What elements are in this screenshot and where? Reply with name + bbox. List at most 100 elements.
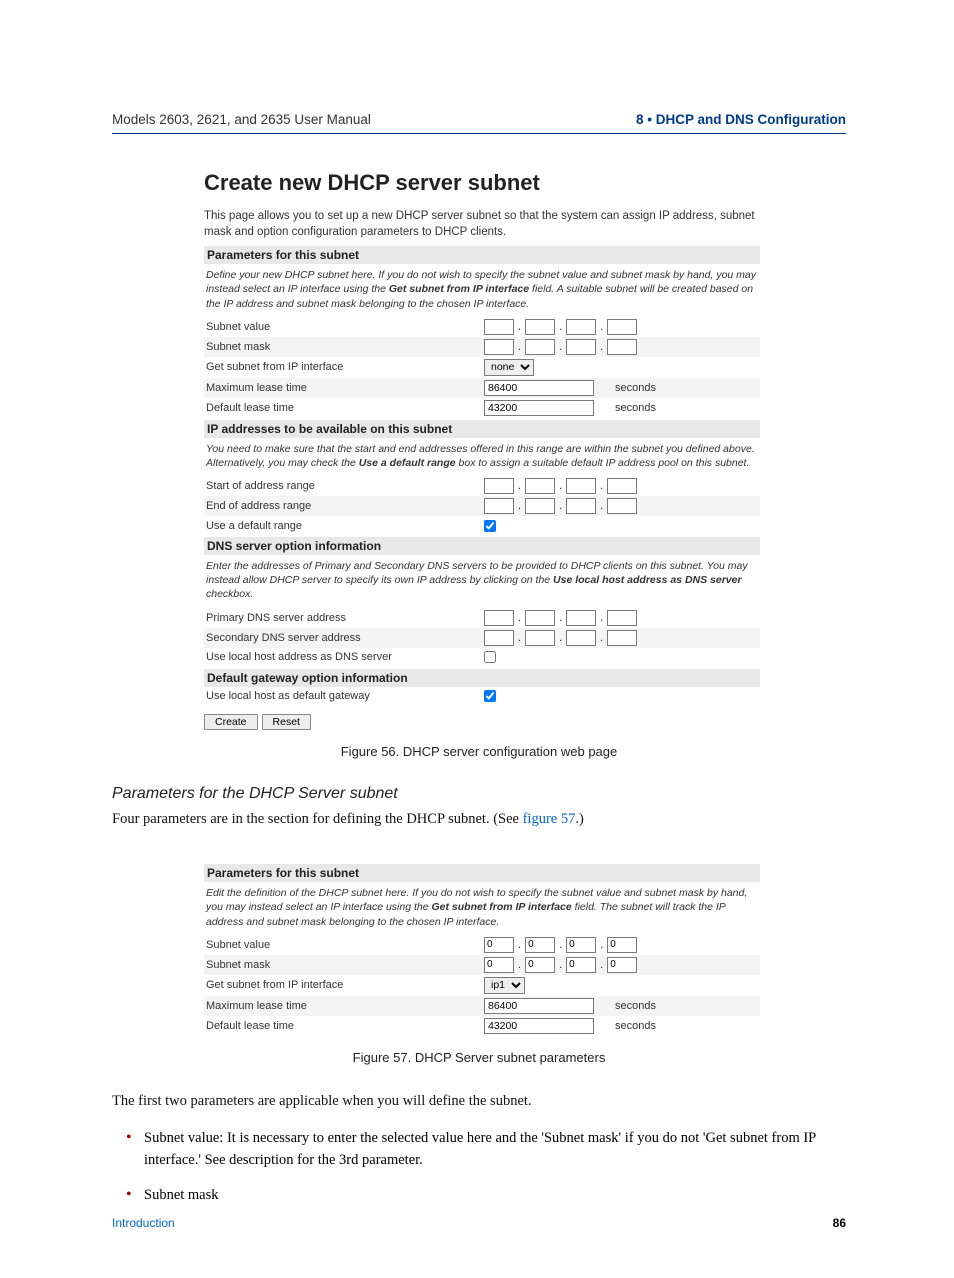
label: End of address range [206,500,484,512]
unit: seconds [615,402,656,414]
text: .) [575,811,583,827]
interface-select[interactable]: ip1 [484,977,525,994]
default-range-checkbox[interactable] [484,520,496,532]
local-host-dns-checkbox[interactable] [484,651,496,663]
row-default-lease: Default lease time seconds [204,1016,760,1036]
ip-octet[interactable] [484,957,514,973]
figure-57-screenshot: Parameters for this subnet Edit the defi… [204,864,760,1036]
form-intro: This page allows you to set up a new DHC… [204,208,760,240]
local-host-gateway-checkbox[interactable] [484,690,496,702]
figure-57-link[interactable]: figure 57 [523,811,576,827]
row-secondary-dns: Secondary DNS server address ... [204,628,760,648]
label: Secondary DNS server address [206,632,484,644]
ip-octet[interactable] [566,630,596,646]
footer-section-link[interactable]: Introduction [112,1216,175,1230]
default-lease-input[interactable] [484,400,594,416]
ip-octet[interactable] [484,339,514,355]
figure-56-caption: Figure 56. DHCP server configuration web… [112,744,846,759]
ip-octet[interactable] [525,498,555,514]
row-primary-dns: Primary DNS server address ... [204,608,760,628]
ip-octet[interactable] [525,610,555,626]
list-item: Subnet mask [130,1184,846,1206]
interface-select[interactable]: none [484,359,534,376]
row-subnet-value: Subnet value ... [204,935,760,955]
row-default-lease: Default lease time seconds [204,398,760,418]
ip-octet[interactable] [525,957,555,973]
ip-octet[interactable] [484,610,514,626]
ip-octet[interactable] [484,319,514,335]
body-paragraph: Four parameters are in the section for d… [112,809,846,831]
ip-octet[interactable] [566,498,596,514]
label: Get subnet from IP interface [206,979,484,991]
label: Use local host address as DNS server [206,651,484,663]
label: Start of address range [206,480,484,492]
page-footer: Introduction 86 [112,1216,846,1230]
desc-bold: Use local host address as DNS server [553,574,742,586]
subsection-heading: Parameters for the DHCP Server subnet [112,785,846,803]
row-subnet-mask: Subnet mask ... [204,337,760,357]
ip-octet[interactable] [566,339,596,355]
max-lease-input[interactable] [484,380,594,396]
ip-input-group: ... [484,498,758,514]
ip-octet[interactable] [525,630,555,646]
section-head-ip-avail: IP addresses to be available on this sub… [204,420,760,438]
ip-octet[interactable] [607,498,637,514]
label: Maximum lease time [206,1000,484,1012]
ip-octet[interactable] [525,319,555,335]
section-head-gateway: Default gateway option information [204,669,760,687]
ip-octet[interactable] [525,339,555,355]
ip-octet[interactable] [607,630,637,646]
reset-button[interactable]: Reset [262,714,311,730]
ip-octet[interactable] [607,610,637,626]
section-desc-params: Define your new DHCP subnet here. If you… [204,264,760,317]
label: Get subnet from IP interface [206,361,484,373]
ip-input-group: ... [484,630,758,646]
create-button[interactable]: Create [204,714,258,730]
ip-octet[interactable] [607,957,637,973]
ip-octet[interactable] [484,498,514,514]
row-end-range: End of address range ... [204,496,760,516]
row-max-lease: Maximum lease time seconds [204,378,760,398]
label: Subnet mask [206,341,484,353]
label: Default lease time [206,1020,484,1032]
section-head-params: Parameters for this subnet [204,246,760,264]
label: Use local host as default gateway [206,690,484,702]
section-desc-ip-avail: You need to make sure that the start and… [204,438,760,476]
text: Four parameters are in the section for d… [112,811,523,827]
ip-octet[interactable] [525,478,555,494]
row-start-range: Start of address range ... [204,476,760,496]
section-desc-params: Edit the definition of the DHCP subnet h… [204,882,760,935]
ip-input-group: ... [484,937,758,953]
ip-octet[interactable] [566,478,596,494]
max-lease-input[interactable] [484,998,594,1014]
label: Maximum lease time [206,382,484,394]
label: Subnet value [206,939,484,951]
ip-octet[interactable] [607,319,637,335]
label: Primary DNS server address [206,612,484,624]
ip-octet[interactable] [566,610,596,626]
ip-octet[interactable] [607,339,637,355]
unit: seconds [615,382,656,394]
ip-octet[interactable] [566,319,596,335]
ip-octet[interactable] [607,937,637,953]
ip-input-group: ... [484,478,758,494]
row-local-host-dns: Use local host address as DNS server [204,648,760,667]
ip-octet[interactable] [525,937,555,953]
row-max-lease: Maximum lease time seconds [204,996,760,1016]
ip-octet[interactable] [484,478,514,494]
ip-octet[interactable] [484,630,514,646]
row-subnet-mask: Subnet mask ... [204,955,760,975]
row-get-subnet-interface: Get subnet from IP interface ip1 [204,975,760,996]
desc-text: checkbox. [206,588,253,600]
ip-octet[interactable] [566,937,596,953]
ip-input-group: ... [484,957,758,973]
desc-bold: Use a default range [359,457,456,469]
label: Default lease time [206,402,484,414]
ip-octet[interactable] [484,937,514,953]
figure-57-caption: Figure 57. DHCP Server subnet parameters [112,1050,846,1065]
section-head-params: Parameters for this subnet [204,864,760,882]
ip-octet[interactable] [607,478,637,494]
default-lease-input[interactable] [484,1018,594,1034]
ip-octet[interactable] [566,957,596,973]
ip-input-group: ... [484,610,758,626]
